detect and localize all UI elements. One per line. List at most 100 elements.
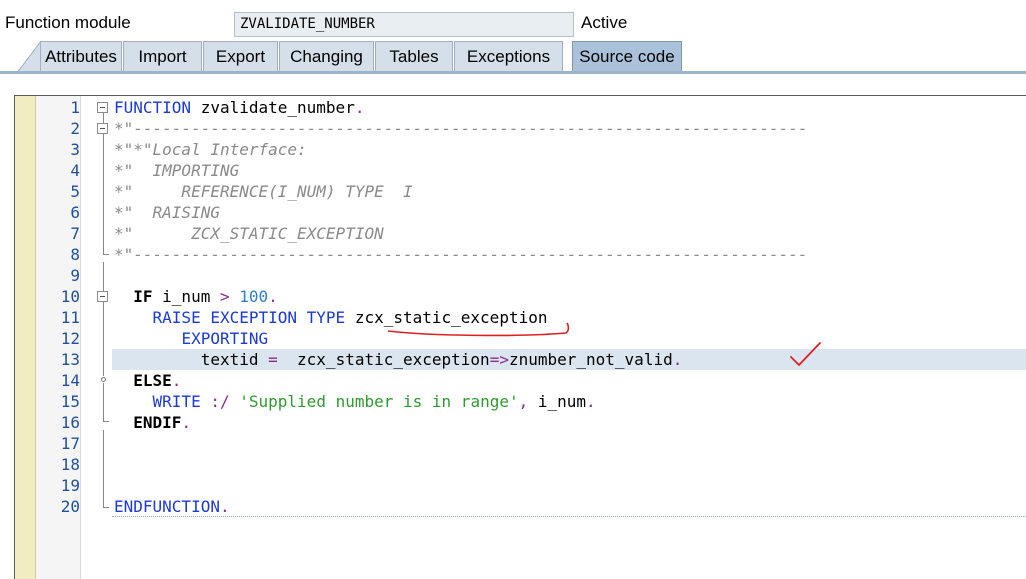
code-line[interactable]: 20 ENDFUNCTION. — [0, 496, 1026, 517]
code-line[interactable]: 17 — [0, 433, 1026, 454]
code-token: 100 — [239, 287, 269, 306]
tab-tables[interactable]: Tables — [375, 41, 453, 72]
code-text: *" ZCX_STATIC_EXCEPTION — [114, 223, 384, 244]
code-token: . — [171, 371, 182, 390]
line-number: 2 — [70, 119, 80, 138]
code-token: zvalidate_number — [191, 98, 355, 117]
code-line[interactable]: 4 *" IMPORTING — [0, 160, 1026, 181]
code-line[interactable]: 9 — [0, 265, 1026, 286]
code-token: textid — [114, 350, 269, 369]
code-line[interactable]: 6 *" RAISING — [0, 202, 1026, 223]
code-token: *" IMPORTING — [114, 161, 240, 180]
code-token: . — [672, 350, 683, 369]
tab-source-code[interactable]: Source code — [572, 41, 682, 72]
code-token: WRITE — [152, 392, 201, 411]
line-number: 19 — [60, 476, 80, 495]
code-token: zcx_static_exception — [277, 350, 490, 369]
code-token: . — [586, 392, 596, 411]
code-token: *" RAISING — [114, 203, 220, 222]
code-text: FUNCTION zvalidate_number. — [114, 97, 364, 118]
code-text: WRITE :/ 'Supplied number is in range', … — [114, 391, 596, 412]
code-text: textid = zcx_static_exception=>znumber_n… — [114, 349, 683, 370]
code-line[interactable]: 2 *"-------------------------------------… — [0, 118, 1026, 139]
line-number: 18 — [60, 455, 80, 474]
line-number: 4 — [70, 161, 80, 180]
code-line[interactable]: 19 — [0, 475, 1026, 496]
code-line[interactable]: 7 *" ZCX_STATIC_EXCEPTION — [0, 223, 1026, 244]
code-line[interactable]: 11 RAISE EXCEPTION TYPE zcx_static_excep… — [0, 307, 1026, 328]
code-token: . — [181, 413, 192, 432]
code-line[interactable]: 12 EXPORTING — [0, 328, 1026, 349]
code-line[interactable]: 14 ELSE. — [0, 370, 1026, 391]
line-number: 11 — [60, 308, 80, 327]
code-token: *"--------------------------------------… — [114, 245, 808, 264]
code-token: *" REFERENCE(I_NUM) TYPE I — [114, 182, 413, 201]
code-token: . — [268, 287, 278, 306]
line-number: 16 — [60, 413, 80, 432]
line-number: 8 — [70, 245, 80, 264]
line-number: 7 — [70, 224, 80, 243]
code-token: = — [268, 350, 278, 369]
line-number: 5 — [70, 182, 80, 201]
line-number: 6 — [70, 203, 80, 222]
tab-strip: Attributes Import Export Changing Tables… — [0, 40, 1026, 73]
code-token: zcx_static_exception — [345, 308, 548, 327]
code-token: *" ZCX_STATIC_EXCEPTION — [114, 224, 384, 243]
code-text: *"*"Local Interface: — [114, 139, 307, 160]
code-token: znumber_not_valid — [508, 350, 673, 369]
code-line[interactable]: 1 FUNCTION zvalidate_number. — [0, 97, 1026, 118]
code-text: ENDFUNCTION. — [114, 496, 230, 517]
line-number: 20 — [60, 497, 80, 516]
code-line[interactable]: 10 IF i_num > 100. — [0, 286, 1026, 307]
code-token: *"--------------------------------------… — [114, 119, 808, 138]
code-text: *" REFERENCE(I_NUM) TYPE I — [114, 181, 413, 202]
code-text: ELSE. — [114, 370, 181, 391]
code-token: FUNCTION — [114, 98, 192, 117]
function-module-label: Function module — [5, 13, 131, 32]
code-line[interactable]: 16 ENDIF. — [0, 412, 1026, 433]
tab-strip-edge — [17, 41, 41, 73]
line-number: 12 — [60, 329, 80, 348]
code-line[interactable]: 3 *"*"Local Interface: — [0, 139, 1026, 160]
code-text: RAISE EXCEPTION TYPE zcx_static_exceptio… — [114, 307, 548, 328]
code-text: *"--------------------------------------… — [114, 244, 808, 265]
tab-exceptions[interactable]: Exceptions — [454, 41, 563, 72]
code-token: i_num — [528, 392, 587, 411]
code-token: 'Supplied number is in range' — [239, 392, 519, 411]
line-number: 3 — [70, 140, 80, 159]
code-token: . — [219, 497, 230, 516]
code-line[interactable]: 18 — [0, 454, 1026, 475]
code-token: , — [518, 392, 529, 411]
code-text: *" IMPORTING — [114, 160, 239, 181]
code-line[interactable]: 8 *"-------------------------------------… — [0, 244, 1026, 265]
code-text: *" RAISING — [114, 202, 220, 223]
code-token: ENDIF — [133, 413, 182, 432]
line-number: 14 — [60, 371, 80, 390]
tab-attributes[interactable]: Attributes — [40, 41, 122, 72]
code-token: ELSE — [133, 371, 172, 390]
code-token: > — [219, 287, 230, 306]
code-line[interactable]: 13 textid = zcx_static_exception=>znumbe… — [0, 349, 1026, 370]
code-text: ENDIF. — [114, 412, 191, 433]
function-module-name-field[interactable]: ZVALIDATE_NUMBER — [234, 12, 574, 37]
code-text: EXPORTING — [114, 328, 268, 349]
tab-import[interactable]: Import — [123, 41, 202, 72]
code-token: . — [354, 98, 365, 117]
tab-export[interactable]: Export — [203, 41, 278, 72]
code-token: ENDFUNCTION — [114, 497, 220, 516]
line-number: 1 — [70, 98, 80, 117]
tab-changing[interactable]: Changing — [279, 41, 374, 72]
code-line[interactable]: 15 WRITE :/ 'Supplied number is in range… — [0, 391, 1026, 412]
code-token: :/ — [210, 392, 230, 411]
code-token: EXPORTING — [181, 329, 269, 348]
status-label: Active — [581, 13, 628, 32]
line-number: 9 — [70, 266, 80, 285]
code-line[interactable]: 5 *" REFERENCE(I_NUM) TYPE I — [0, 181, 1026, 202]
